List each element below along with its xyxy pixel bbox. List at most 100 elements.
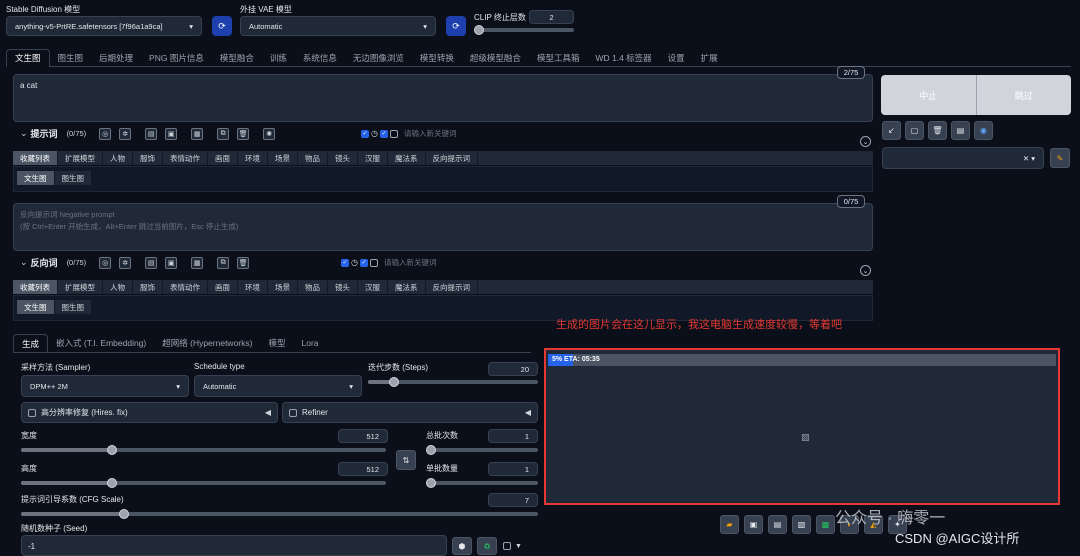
trash-icon[interactable]: 🗑 xyxy=(237,127,250,140)
main-tab[interactable]: PNG 图片信息 xyxy=(141,49,212,66)
checkbox[interactable] xyxy=(389,129,398,138)
zip-icon[interactable]: ▤ xyxy=(768,515,787,534)
caret-down-icon[interactable]: ▼ xyxy=(515,543,522,550)
category-tab[interactable]: 画面 xyxy=(208,151,238,165)
category-tab[interactable]: 扩展模型 xyxy=(58,151,103,165)
sub-tab[interactable]: 文生图 xyxy=(17,300,55,314)
gear-icon[interactable]: ✺ xyxy=(263,127,276,140)
copy-icon[interactable]: ⧉ xyxy=(217,127,230,140)
main-tab[interactable]: 模型转换 xyxy=(412,49,462,66)
main-tab[interactable]: 图生图 xyxy=(50,49,92,66)
clip-input[interactable]: 2 xyxy=(529,10,574,24)
send-inpaint-icon[interactable]: ▩ xyxy=(816,515,835,534)
vae-dropdown[interactable]: Automatic ▾ xyxy=(240,16,436,36)
category-tab[interactable]: 镜头 xyxy=(328,280,358,294)
square-icon[interactable]: ▢ xyxy=(905,121,924,140)
check-icon[interactable]: ✓ xyxy=(379,129,388,138)
category-tab[interactable]: 镜头 xyxy=(328,151,358,165)
main-tab[interactable]: 系统信息 xyxy=(295,49,345,66)
batch-count-input[interactable]: 1 xyxy=(488,429,538,443)
prompt-textarea[interactable]: a cat xyxy=(13,74,873,122)
swap-dimensions-button[interactable]: ⇅ xyxy=(396,450,416,470)
category-tab[interactable]: 收藏列表 xyxy=(13,151,58,165)
main-tab[interactable]: WD 1.4 标签器 xyxy=(587,49,659,66)
generation-tab[interactable]: 生成 xyxy=(13,334,49,352)
slider-thumb[interactable] xyxy=(426,478,436,488)
clipboard-icon[interactable]: ▤ xyxy=(951,121,970,140)
collapse-icon[interactable]: ⌄ xyxy=(20,128,28,139)
width-slider[interactable] xyxy=(21,445,386,455)
hires-checkbox[interactable] xyxy=(28,408,36,417)
cfg-slider[interactable] xyxy=(21,509,538,519)
generation-tab[interactable]: Lora xyxy=(293,335,326,352)
steps-slider[interactable] xyxy=(368,377,538,387)
check-icon[interactable]: ✓ xyxy=(341,258,349,267)
save-icon[interactable]: ▣ xyxy=(165,127,178,140)
generation-tab[interactable]: 超网络 (Hypernetworks) xyxy=(154,335,260,352)
category-tab[interactable]: 服饰 xyxy=(133,280,163,294)
category-tab[interactable]: 魔法系 xyxy=(388,280,426,294)
expand-icon[interactable]: ⌄ xyxy=(860,265,871,276)
clock-icon[interactable]: ◷ xyxy=(351,258,358,267)
category-tab[interactable]: 环境 xyxy=(238,151,268,165)
slider-thumb[interactable] xyxy=(388,377,399,387)
main-tab[interactable]: 文生图 xyxy=(6,48,50,67)
clear-icon[interactable]: ✕ ▾ xyxy=(1023,154,1035,163)
copy-icon[interactable]: ⧉ xyxy=(217,256,230,269)
category-tab[interactable]: 环境 xyxy=(238,280,268,294)
folder-icon[interactable]: ▰ xyxy=(720,515,739,534)
checkbox[interactable] xyxy=(369,258,378,267)
main-tab[interactable]: 训练 xyxy=(262,49,295,66)
height-input[interactable]: 512 xyxy=(338,462,388,476)
network-icon[interactable]: ◉ xyxy=(974,121,993,140)
grid-icon[interactable]: ▦ xyxy=(191,256,204,269)
vae-refresh-button[interactable]: ⟳ xyxy=(446,16,466,36)
recycle-icon[interactable]: ♻ xyxy=(477,537,497,555)
cfg-input[interactable]: 7 xyxy=(488,493,538,507)
sub-tab[interactable]: 图生图 xyxy=(55,171,92,185)
steps-input[interactable]: 20 xyxy=(488,362,538,376)
trash-icon[interactable]: 🗑 xyxy=(928,121,947,140)
read-params-icon[interactable]: ↙ xyxy=(882,121,901,140)
height-slider[interactable] xyxy=(21,478,386,488)
category-tab[interactable]: 收藏列表 xyxy=(13,280,58,294)
main-tab[interactable]: 无边图像浏览 xyxy=(345,49,412,66)
batch-size-input[interactable]: 1 xyxy=(488,462,538,476)
category-tab[interactable]: 人物 xyxy=(103,280,133,294)
batch-size-slider[interactable] xyxy=(426,478,538,488)
sd-model-dropdown[interactable]: anything-v5-PrtRE.safetensors [7f96a1a9c… xyxy=(6,16,202,36)
generation-tab[interactable]: 嵌入式 (T.I. Embedding) xyxy=(48,335,154,352)
extra-checkbox[interactable] xyxy=(503,542,511,550)
schedule-dropdown[interactable]: Automatic ▾ xyxy=(194,375,362,397)
category-tab[interactable]: 魔法系 xyxy=(388,151,426,165)
category-tab[interactable]: 场景 xyxy=(268,280,298,294)
refiner-accordion[interactable]: Refiner ◀ xyxy=(282,402,538,423)
main-tab[interactable]: 模型工具箱 xyxy=(529,49,588,66)
category-tab[interactable]: 人物 xyxy=(103,151,133,165)
sub-tab[interactable]: 文生图 xyxy=(17,171,55,185)
main-tab[interactable]: 模型融合 xyxy=(212,49,262,66)
skip-button[interactable]: 跳过 xyxy=(976,75,1071,115)
category-tab[interactable]: 服饰 xyxy=(133,151,163,165)
slider-thumb[interactable] xyxy=(107,445,118,455)
sampler-dropdown[interactable]: DPM++ 2M ▾ xyxy=(21,375,189,397)
slider-thumb[interactable] xyxy=(119,509,130,519)
grid-icon[interactable]: ▦ xyxy=(191,127,204,140)
refiner-checkbox[interactable] xyxy=(289,408,297,417)
slider-thumb[interactable] xyxy=(426,445,436,455)
seed-input[interactable]: -1 xyxy=(21,535,447,556)
category-tab[interactable]: 反向提示词 xyxy=(426,151,478,165)
globe-icon[interactable]: ◎ xyxy=(99,127,112,140)
keyword-input[interactable]: 请输入新关键词 xyxy=(384,257,437,268)
slider-thumb[interactable] xyxy=(107,478,118,488)
collapse-icon[interactable]: ⌄ xyxy=(20,257,28,268)
dice-icon[interactable]: ⬢ xyxy=(452,537,472,555)
send-img2img-icon[interactable]: ▧ xyxy=(792,515,811,534)
check-icon[interactable]: ✓ xyxy=(359,258,368,267)
category-tab[interactable]: 扩展模型 xyxy=(58,280,103,294)
generation-tab[interactable]: 模型 xyxy=(260,335,293,352)
category-tab[interactable]: 场景 xyxy=(268,151,298,165)
paste-icon[interactable]: ▤ xyxy=(145,127,158,140)
main-tab[interactable]: 超级模型融合 xyxy=(462,49,529,66)
category-tab[interactable]: 反向提示词 xyxy=(426,280,478,294)
